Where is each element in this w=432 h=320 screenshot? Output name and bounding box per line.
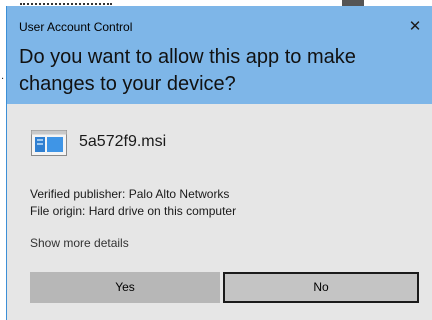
file-origin: File origin: Hard drive on this computer	[30, 204, 237, 218]
dialog-header: User Account Control ✕ Do you want to al…	[7, 6, 432, 104]
consent-question: Do you want to allow this app to make ch…	[19, 46, 356, 95]
background-window-glyph: ·	[1, 74, 5, 85]
uac-dialog: User Account Control ✕ Do you want to al…	[6, 6, 432, 320]
yes-button[interactable]: Yes	[30, 272, 220, 303]
verified-publisher: Verified publisher: Palo Alto Networks	[30, 187, 230, 201]
dialog-title: User Account Control	[19, 20, 133, 34]
close-icon[interactable]: ✕	[405, 16, 425, 36]
msi-installer-icon	[31, 130, 67, 156]
publisher-info: Verified publisher: Palo Alto Networks F…	[30, 186, 236, 220]
no-button[interactable]: No	[223, 272, 419, 303]
app-file-name: 5a572f9.msi	[79, 133, 167, 150]
show-more-details-link[interactable]: Show more details	[30, 236, 129, 250]
